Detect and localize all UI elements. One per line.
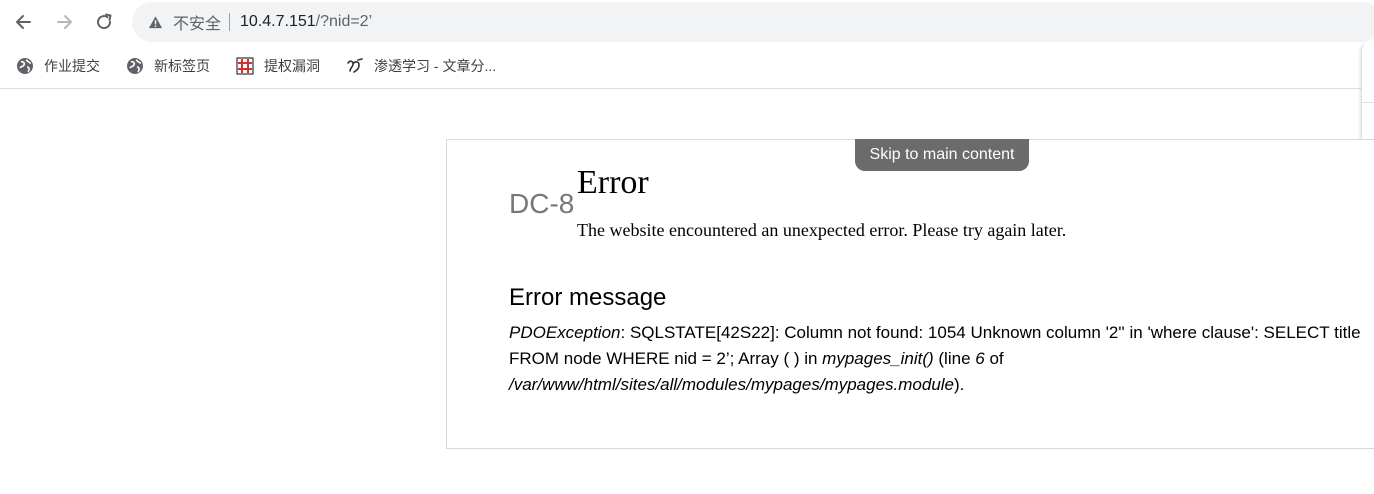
side-panel-divider — [1362, 102, 1374, 103]
browser-toolbar: 不安全 10.4.7.151 /?nid=2’ — [0, 0, 1374, 44]
line-number: 6 — [975, 349, 985, 368]
bookmarks-bar: 作业提交 新标签页 提权漏洞 渗透学习 - 文章分... — [0, 44, 1374, 89]
arrow-right-icon — [57, 15, 72, 29]
error-message-heading: Error message — [509, 284, 667, 311]
bookmark-label: 作业提交 — [44, 58, 100, 74]
bookmark-item[interactable]: 渗透学习 - 文章分... — [346, 56, 496, 76]
message-text: ). — [954, 375, 965, 394]
bookmark-item[interactable]: 新标签页 — [126, 56, 210, 76]
back-button[interactable] — [10, 8, 38, 36]
bookmark-label: 提权漏洞 — [264, 58, 320, 74]
security-status-label[interactable]: 不安全 — [173, 10, 221, 34]
arrow-left-icon — [16, 15, 31, 29]
message-text: (line — [933, 349, 976, 368]
reload-button[interactable] — [90, 8, 118, 36]
site-name[interactable]: DC-8 — [509, 188, 574, 220]
swirl-icon — [346, 57, 364, 75]
globe-icon — [16, 57, 34, 75]
url-separator — [229, 13, 231, 31]
page-content: Skip to main content DC-8 Error The webs… — [446, 139, 1374, 449]
red-grid-icon — [236, 57, 254, 75]
error-message-body: PDOException: SQLSTATE[42S22]: Column no… — [509, 320, 1373, 398]
bookmark-label: 渗透学习 - 文章分... — [374, 58, 497, 74]
address-bar[interactable]: 不安全 10.4.7.151 /?nid=2’ — [132, 2, 1374, 42]
bookmark-item[interactable]: 提权漏洞 — [236, 56, 320, 76]
warning-icon[interactable] — [147, 14, 163, 30]
file-path: /var/www/html/sites/all/modules/mypages/… — [509, 375, 955, 394]
forward-button[interactable] — [50, 8, 78, 36]
function-name: mypages_init() — [822, 349, 934, 368]
page-title: Error — [577, 164, 649, 201]
url-host[interactable]: 10.4.7.151 — [240, 13, 316, 31]
bookmark-item[interactable]: 作业提交 — [16, 56, 100, 76]
globe-icon — [126, 57, 144, 75]
message-text: of — [984, 349, 1004, 368]
error-description: The website encountered an unexpected er… — [577, 220, 1067, 240]
skip-to-main-link[interactable]: Skip to main content — [855, 139, 1029, 171]
url-path[interactable]: /?nid=2’ — [316, 13, 373, 31]
bookmark-label: 新标签页 — [154, 58, 210, 74]
reload-icon — [97, 13, 112, 30]
exception-name: PDOException — [509, 323, 621, 342]
